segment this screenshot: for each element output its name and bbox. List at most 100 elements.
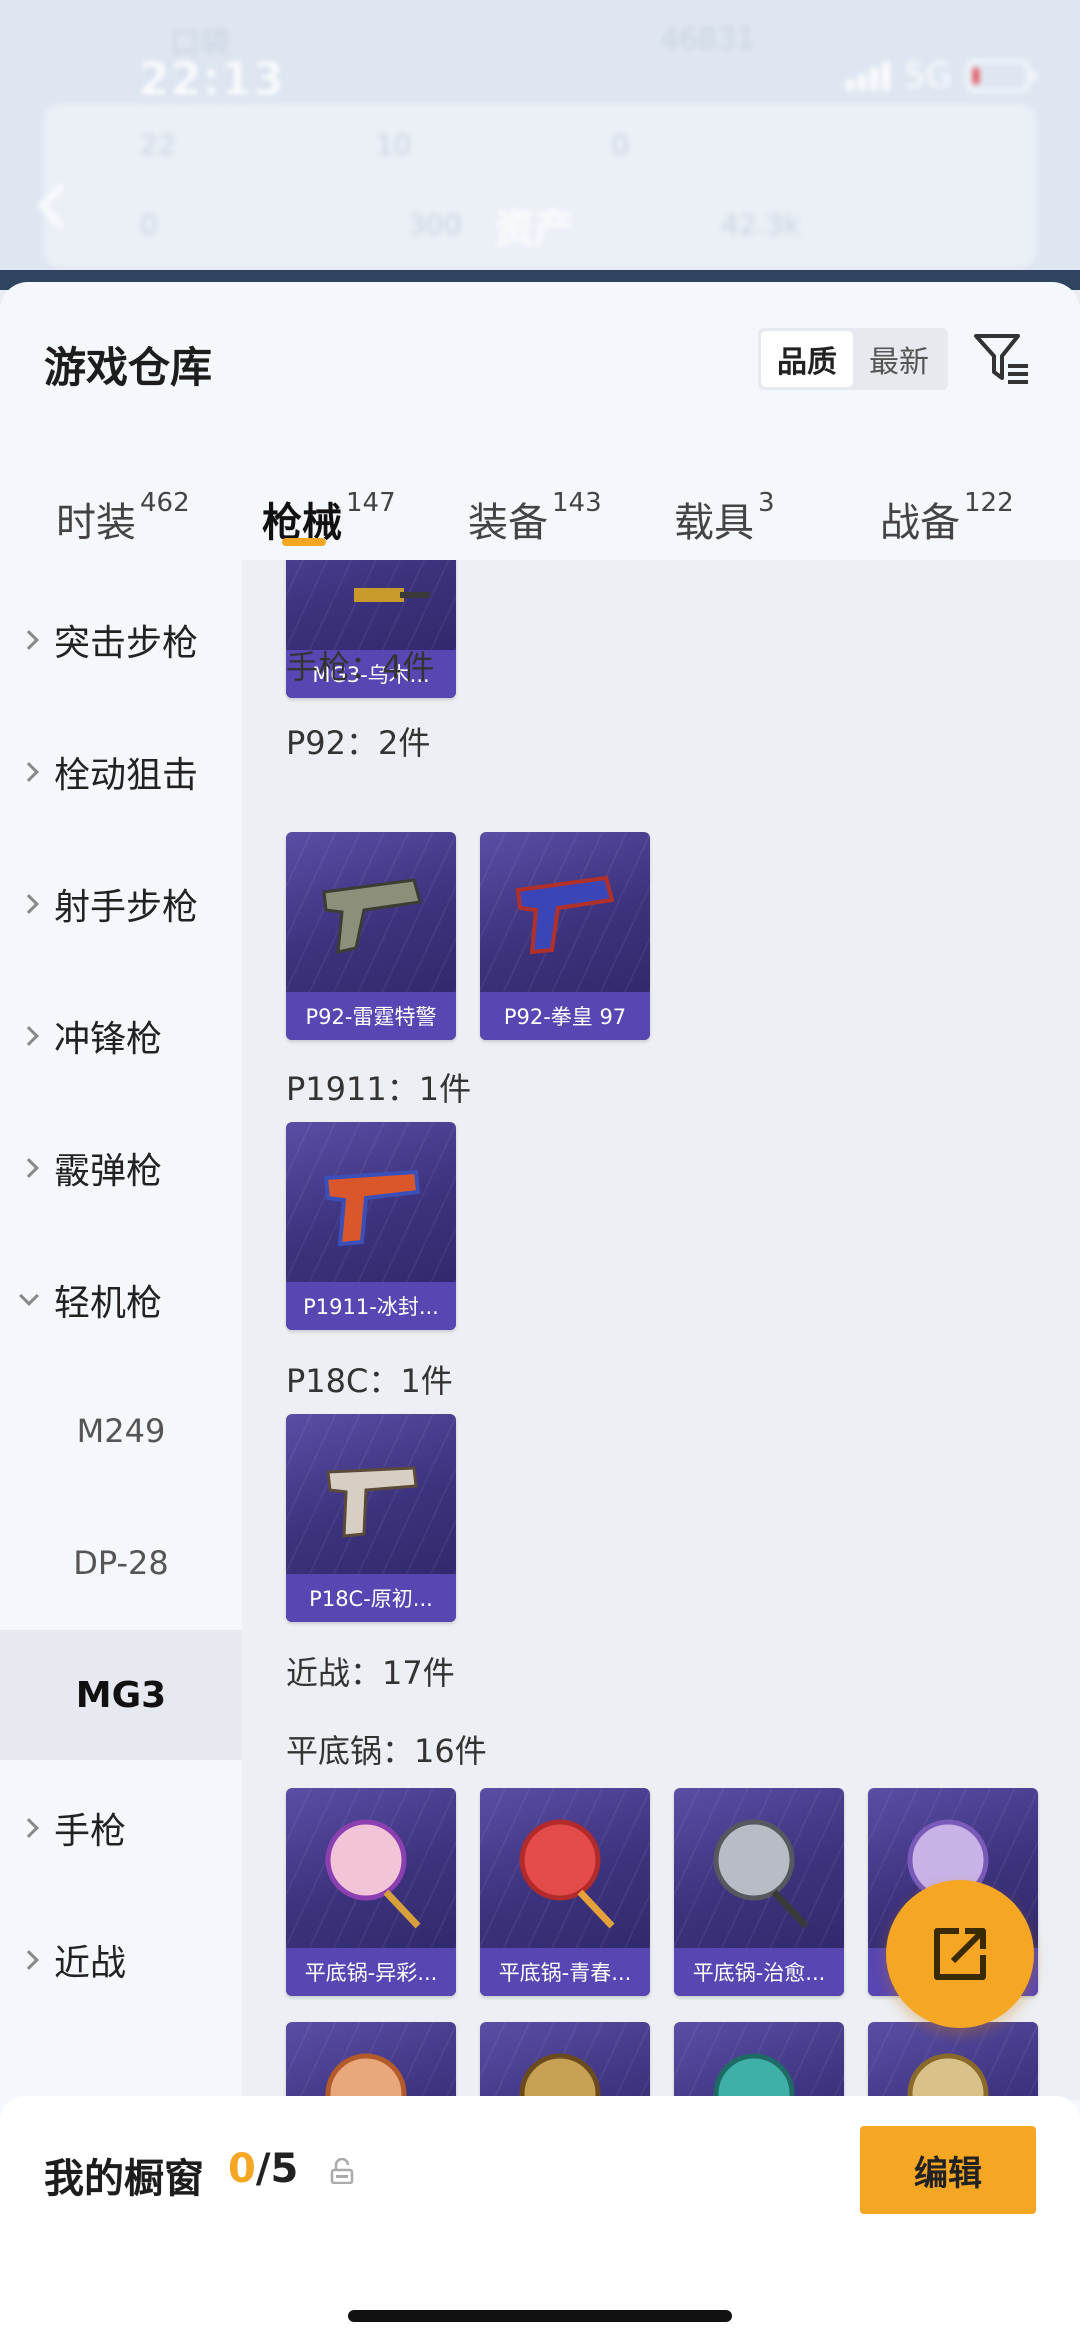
active-tab-indicator — [282, 538, 326, 546]
share-export-icon — [934, 1928, 986, 1980]
stat-value: 0 — [140, 208, 158, 241]
sort-toggle: 品质 最新 — [758, 328, 948, 390]
section-frying-pan: 平底锅：16件 — [286, 1732, 487, 1770]
tab-label: 时装 — [56, 500, 136, 546]
item-name: P1911-冰封... — [286, 1282, 456, 1330]
item-card[interactable] — [674, 2022, 844, 2100]
tab-fashion[interactable]: 时装 462 — [56, 488, 190, 548]
pan-colorful-image — [325, 1819, 421, 1929]
item-card[interactable] — [480, 2022, 650, 2100]
signal-icon — [846, 62, 891, 90]
background-header: 口袋 46831 22:13 5G 22 10 0 0 300 42.3k 资产 — [0, 0, 1080, 290]
weapon-category-list: 突击步枪 栓动狙击 射手步枪 冲锋枪 霰弹枪 轻机枪 M249 DP-28 MG… — [0, 560, 242, 2100]
item-name: 平底锅-异彩... — [286, 1948, 456, 1996]
showcase-label: 我的橱窗 — [44, 2156, 204, 2202]
chevron-right-icon — [19, 1026, 39, 1046]
tab-equipment[interactable]: 装备 143 — [468, 488, 602, 548]
category-shotgun[interactable]: 霰弹枪 — [0, 1108, 242, 1228]
category-bolt-sniper[interactable]: 栓动狙击 — [0, 712, 242, 832]
item-card[interactable]: 平底锅-青春... — [480, 1788, 650, 1996]
section-p92: P92：2件 — [286, 724, 431, 762]
p1911-frozen-pistol-image — [323, 1169, 421, 1247]
sheet-header: 游戏仓库 品质 最新 — [0, 282, 1080, 432]
category-tabs: 时装 462 枪械 147 装备 143 载具 3 战备 122 — [0, 452, 1080, 562]
pan-image — [713, 2053, 795, 2100]
item-card[interactable]: P92-拳皇 97 — [480, 832, 650, 1040]
item-name: P92-雷霆特警 — [286, 992, 456, 1040]
category-label: 手枪 — [54, 1811, 127, 1852]
pan-healing-image — [713, 1819, 809, 1929]
tab-vehicles[interactable]: 载具 3 — [674, 488, 775, 548]
category-label: 近战 — [54, 1943, 127, 1984]
stats-row-1: 22 10 0 — [140, 128, 829, 161]
stat-value: 0 — [611, 128, 630, 161]
warehouse-sheet: 游戏仓库 品质 最新 时装 462 枪械 147 装备 143 载具 3 战备 … — [0, 282, 1080, 2341]
item-card[interactable] — [868, 2022, 1038, 2100]
tab-label: 载具 — [674, 500, 754, 546]
item-card[interactable] — [286, 2022, 456, 2100]
item-card[interactable]: 平底锅-异彩... — [286, 1788, 456, 1996]
tab-label: 战备 — [880, 500, 960, 546]
category-label: 射手步枪 — [54, 887, 199, 928]
chevron-down-icon — [19, 1286, 39, 1306]
status-time: 22:13 — [138, 52, 285, 106]
item-card[interactable]: P1911-冰封... — [286, 1122, 456, 1330]
tab-count: 3 — [758, 488, 775, 518]
sort-option-quality[interactable]: 品质 — [761, 331, 853, 387]
item-name: P18C-原初... — [286, 1574, 456, 1622]
item-card[interactable]: P18C-原初... — [286, 1414, 456, 1622]
section-pistol: 手枪：4件 — [286, 648, 435, 686]
item-name: P92-拳皇 97 — [480, 992, 650, 1040]
tab-count: 462 — [140, 488, 190, 518]
pan-youth-image — [519, 1819, 615, 1929]
category-label: 轻机枪 — [54, 1283, 163, 1324]
tab-count: 122 — [964, 488, 1014, 518]
item-name: 平底锅-治愈... — [674, 1948, 844, 1996]
p18c-origin-pistol-image — [326, 1466, 418, 1538]
stat-value: 22 — [140, 128, 176, 161]
chevron-right-icon — [19, 1950, 39, 1970]
item-name: 平底锅-青春... — [480, 1948, 650, 1996]
subcategory-dp28[interactable]: DP-28 — [0, 1498, 242, 1628]
category-pistol[interactable]: 手枪 — [0, 1768, 242, 1888]
blurred-top-center-text: 46831 — [660, 22, 756, 57]
network-type: 5G — [904, 56, 952, 96]
lock-icon — [330, 2158, 354, 2184]
category-label: 栓动狙击 — [54, 755, 199, 796]
subcategory-m249[interactable]: M249 — [0, 1366, 242, 1496]
section-p18c: P18C：1件 — [286, 1362, 453, 1400]
subcategory-mg3[interactable]: MG3 — [0, 1630, 242, 1760]
chevron-right-icon — [19, 630, 39, 650]
category-label: 突击步枪 — [54, 623, 199, 664]
asset-title: 资产 — [494, 206, 574, 252]
showcase-bar: 我的橱窗 0/5 编辑 — [0, 2096, 1080, 2341]
share-export-button[interactable] — [886, 1880, 1034, 2028]
category-smg[interactable]: 冲锋枪 — [0, 976, 242, 1096]
p92-thunder-pistol-image — [322, 878, 422, 954]
category-melee[interactable]: 近战 — [0, 1900, 242, 2020]
tab-count: 143 — [552, 488, 602, 518]
sort-option-newest[interactable]: 最新 — [853, 331, 945, 387]
showcase-total: /5 — [255, 2146, 299, 2192]
edit-button[interactable]: 编辑 — [860, 2126, 1036, 2214]
filter-icon[interactable] — [972, 328, 1032, 388]
section-melee: 近战：17件 — [286, 1654, 455, 1692]
section-p1911: P1911：1件 — [286, 1070, 472, 1108]
category-assault-rifle[interactable]: 突击步枪 — [0, 580, 242, 700]
item-card[interactable]: 平底锅-治愈... — [674, 1788, 844, 1996]
item-grid-panel: MG3-乌木... 手枪：4件 P92：2件 P92-雷霆特警 P92-拳皇 9… — [242, 560, 1080, 2100]
status-indicators: 5G — [846, 56, 1036, 96]
category-marksman-rifle[interactable]: 射手步枪 — [0, 844, 242, 964]
stat-value: 300 — [407, 208, 462, 241]
tab-battle-gear[interactable]: 战备 122 — [880, 488, 1014, 548]
item-card[interactable]: P92-雷霆特警 — [286, 832, 456, 1040]
pan-image — [907, 2053, 989, 2100]
stat-value: 10 — [375, 128, 412, 161]
showcase-count: 0/5 — [228, 2146, 298, 2192]
stat-value: 42.3k — [721, 208, 800, 241]
category-lmg[interactable]: 轻机枪 — [0, 1240, 242, 1360]
tab-count: 147 — [346, 488, 396, 518]
tab-label: 装备 — [468, 500, 548, 546]
p92-kof97-pistol-image — [515, 875, 615, 955]
showcase-current: 0 — [228, 2146, 256, 2192]
